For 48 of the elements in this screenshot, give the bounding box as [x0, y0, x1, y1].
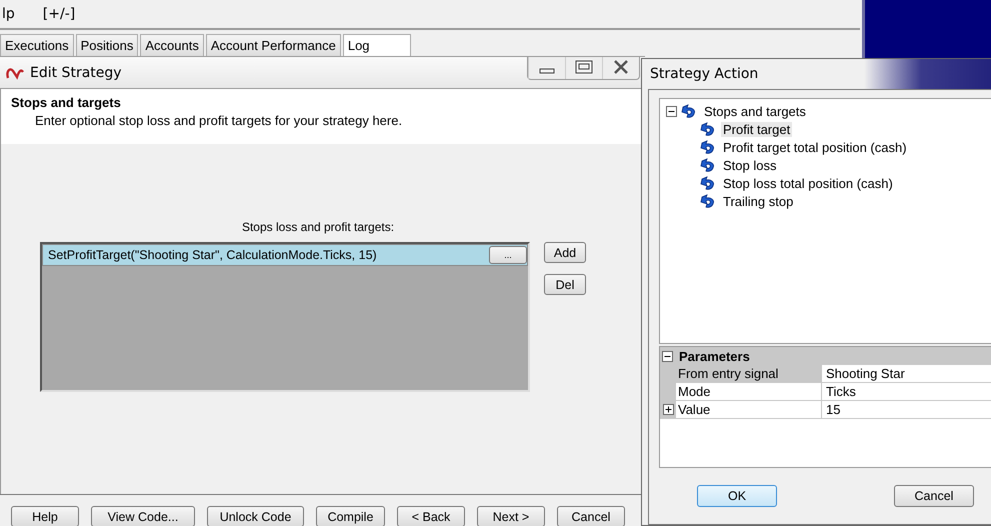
window-title: Edit Strategy [30, 64, 122, 80]
tab[interactable]: Account Performance [206, 34, 341, 56]
action-icon [681, 104, 698, 118]
logo-icon [6, 66, 24, 80]
wizard-button[interactable]: Cancel [557, 506, 625, 526]
list-label: Stops loss and profit targets: [242, 220, 394, 234]
property-name[interactable]: Mode [676, 383, 821, 401]
tree-item[interactable]: Profit target [721, 122, 792, 136]
wizard-button[interactable]: View Code... [91, 506, 195, 526]
section-heading: Stops and targets [11, 95, 122, 110]
action-icon [700, 158, 717, 172]
property-value[interactable]: 15 [821, 401, 991, 419]
menu-item[interactable]: lp [0, 6, 17, 22]
dialog-button[interactable]: OK [697, 485, 777, 507]
tab[interactable]: Positions [76, 34, 138, 56]
dialog-button[interactable]: Cancel [894, 485, 974, 507]
tab[interactable]: Log [342, 34, 411, 56]
wizard-button[interactable]: Help [11, 506, 79, 526]
action-icon [700, 122, 717, 136]
tab[interactable]: Accounts [140, 34, 204, 56]
action-icon [700, 140, 717, 154]
action-icon [700, 176, 717, 190]
collapse-icon[interactable] [662, 350, 673, 362]
wizard-button[interactable]: Next > [477, 506, 545, 526]
tree-item[interactable]: Profit target total position (cash) [721, 140, 909, 154]
tab[interactable]: Executions [0, 34, 74, 56]
tree-item[interactable]: Stop loss [721, 158, 778, 172]
dialog-title: Strategy Action [650, 66, 758, 82]
tree-item[interactable]: Trailing stop [721, 194, 796, 208]
property-value[interactable]: Ticks [821, 383, 991, 401]
wizard-button[interactable]: < Back [397, 506, 465, 526]
list-item[interactable]: SetProfitTarget("Shooting Star", CalculationMode.Ticks, 15) ... [42, 244, 528, 266]
list-button[interactable]: Add [544, 242, 586, 263]
property-name[interactable]: Value [676, 401, 821, 419]
tree-item[interactable]: Stops and targets [702, 104, 808, 118]
section-description: Enter optional stop loss and profit targets for your strategy here. [34, 113, 404, 128]
wizard-button[interactable]: Unlock Code [207, 506, 304, 526]
action-icon [700, 194, 717, 208]
ellipsis-button[interactable]: ... [489, 246, 527, 264]
menu-item[interactable]: [+/-] [40, 6, 78, 22]
entry-text: SetProfitTarget("Shooting Star", CalculationMode.Ticks, 15) [48, 248, 377, 262]
list-button[interactable]: Del [544, 274, 586, 295]
wizard-button[interactable]: Compile [316, 506, 385, 526]
expand-icon[interactable] [662, 404, 674, 415]
collapse-icon[interactable] [666, 106, 677, 116]
property-value[interactable]: Shooting Star [821, 365, 991, 383]
tree-item[interactable]: Stop loss total position (cash) [721, 176, 895, 190]
category-title: Parameters [679, 348, 750, 364]
